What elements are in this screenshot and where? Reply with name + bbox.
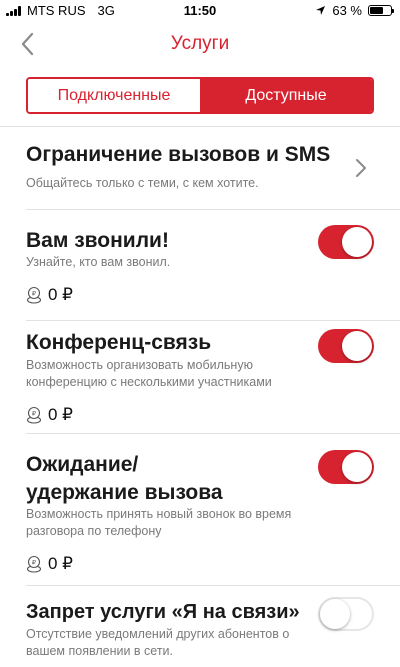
service-row-missed-calls: Вам звонили! Узнайте, кто вам звонил. ₽ … xyxy=(0,210,400,321)
coins-icon: ₽ xyxy=(26,286,42,304)
service-title: Вам звонили! xyxy=(26,229,169,252)
service-row-presence-ban: Запрет услуги «Я на связи» Отсутствие ув… xyxy=(0,586,400,667)
service-description-line-2: конференцию с несколькими участниками xyxy=(26,375,272,389)
battery-percent: 63 % xyxy=(332,3,362,18)
toggle-knob xyxy=(342,331,372,361)
toggle-knob xyxy=(320,599,350,629)
conference-toggle[interactable] xyxy=(318,329,374,363)
service-description-line-1: Возможность организовать мобильную xyxy=(26,358,253,372)
status-right: 63 % xyxy=(315,3,394,18)
status-bar: MTS RUS 3G 11:50 63 % xyxy=(0,0,400,22)
battery-icon xyxy=(368,5,394,16)
service-description-line-1: Возможность принять новый звонок во врем… xyxy=(26,507,292,521)
service-title-line-1: Ожидание/ xyxy=(26,453,139,476)
segmented-control: Подключенные Доступные xyxy=(26,77,374,114)
service-description: Узнайте, кто вам звонил. xyxy=(26,255,171,269)
service-row-call-restriction[interactable]: Ограничение вызовов и SMS Общайтесь толь… xyxy=(0,127,400,210)
chevron-right-icon[interactable] xyxy=(354,157,368,179)
presence-ban-toggle[interactable] xyxy=(318,597,374,631)
service-price: ₽ 0 ₽ xyxy=(26,405,73,425)
toggle-knob xyxy=(342,452,372,482)
svg-text:₽: ₽ xyxy=(32,559,36,567)
call-waiting-toggle[interactable] xyxy=(318,450,374,484)
tab-available[interactable]: Доступные xyxy=(200,79,372,112)
missed-calls-toggle[interactable] xyxy=(318,225,374,259)
service-title: Ограничение вызовов и SMS xyxy=(26,143,331,166)
service-description-line-1: Отсутствие уведомлений других абонентов … xyxy=(26,627,290,641)
svg-text:₽: ₽ xyxy=(32,410,36,418)
service-title: Конференц-связь xyxy=(26,331,212,354)
price-value: 0 ₽ xyxy=(48,405,73,424)
coins-icon: ₽ xyxy=(26,406,42,424)
price-value: 0 ₽ xyxy=(48,554,73,573)
coins-icon: ₽ xyxy=(26,555,42,573)
service-description-line-2: вашем появлении в сети. xyxy=(26,644,174,658)
price-value: 0 ₽ xyxy=(48,285,73,304)
service-description-line-2: разговора по телефону xyxy=(26,524,162,538)
service-price: ₽ 0 ₽ xyxy=(26,285,73,305)
service-title: Запрет услуги «Я на связи» xyxy=(26,601,300,623)
tab-connected[interactable]: Подключенные xyxy=(28,79,200,112)
svg-text:₽: ₽ xyxy=(32,290,36,298)
service-price: ₽ 0 ₽ xyxy=(26,554,73,574)
service-row-conference: Конференц-связь Возможность организовать… xyxy=(0,321,400,434)
service-title-line-2: удержание вызова xyxy=(26,481,223,504)
service-row-call-waiting: Ожидание/ удержание вызова Возможность п… xyxy=(0,434,400,586)
service-description: Общайтесь только с теми, с кем хотите. xyxy=(26,176,259,190)
nav-bar: Услуги xyxy=(0,22,400,66)
toggle-knob xyxy=(342,227,372,257)
location-arrow-icon xyxy=(316,6,326,15)
page-title: Услуги xyxy=(170,33,230,54)
